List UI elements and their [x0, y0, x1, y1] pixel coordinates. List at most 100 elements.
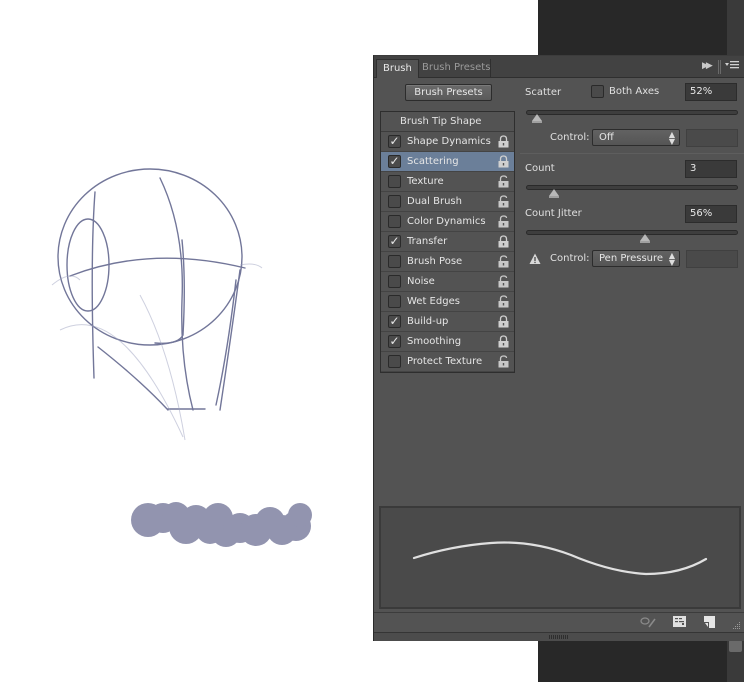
brush-option-transfer[interactable]: ✓ Transfer [381, 232, 514, 252]
lock-icon[interactable] [498, 335, 509, 348]
option-checkbox[interactable]: ✓ [388, 335, 401, 348]
option-label: Transfer [407, 236, 448, 247]
option-checkbox[interactable] [388, 255, 401, 268]
panel-resize-bar[interactable] [374, 632, 744, 641]
sketch-jaw [97, 346, 169, 411]
scatter-slider[interactable] [526, 110, 738, 115]
lock-icon[interactable] [498, 135, 509, 148]
option-label: Dual Brush [407, 196, 462, 207]
brush-option-wet-edges[interactable]: Wet Edges [381, 292, 514, 312]
scatter-value-field[interactable]: 52% [685, 83, 737, 101]
workspace-scrollbar-thumb[interactable] [729, 640, 742, 652]
eye-brush-icon[interactable] [640, 616, 658, 631]
option-label: Brush Pose [407, 256, 463, 267]
count-jitter-value-field[interactable]: 56% [685, 205, 737, 223]
control-1-dropdown[interactable]: Off ▲ ▼ [592, 129, 680, 146]
option-checkbox[interactable] [388, 175, 401, 188]
unlock-icon[interactable] [498, 195, 509, 208]
control-2-dropdown[interactable]: Pen Pressure ▲ ▼ [592, 250, 680, 267]
preview-stroke [412, 541, 708, 576]
count-jitter-slider-thumb[interactable] [639, 234, 650, 243]
double-arrow-right-icon[interactable]: ▶▶ [702, 61, 713, 71]
unlock-icon[interactable] [498, 215, 509, 228]
sketch-cranium [57, 168, 243, 346]
unlock-icon[interactable] [498, 295, 509, 308]
tab-bar-divider [720, 60, 721, 74]
brush-option-brush-pose[interactable]: Brush Pose [381, 252, 514, 272]
option-label: Wet Edges [407, 296, 460, 307]
section-divider [520, 153, 744, 154]
panel-tab-bar: Brush Brush Presets ▶▶ [374, 56, 744, 78]
tab-divider [490, 59, 491, 78]
option-label: Color Dynamics [407, 216, 486, 227]
control-1-value: Off [599, 132, 614, 143]
brush-option-protect-texture[interactable]: Protect Texture [381, 352, 514, 372]
brush-option-color-dynamics[interactable]: Color Dynamics [381, 212, 514, 232]
brush-tip-shape-item[interactable]: Brush Tip Shape [381, 112, 514, 132]
unlock-icon[interactable] [498, 355, 509, 368]
brush-panel: Brush Brush Presets ▶▶ Brush Presets Bru… [373, 55, 744, 641]
sketch-center-line [159, 177, 194, 411]
count-value-field[interactable]: 3 [685, 160, 737, 178]
option-checkbox[interactable] [388, 295, 401, 308]
count-label: Count [525, 163, 555, 174]
control-1-label: Control: [550, 132, 590, 143]
updown-arrows-icon: ▲ ▼ [668, 130, 675, 146]
both-axes-label: Both Axes [609, 86, 660, 97]
sketch-brow-line [69, 257, 246, 277]
lock-icon[interactable] [498, 155, 509, 168]
panel-bottom-bar [374, 612, 744, 632]
option-checkbox[interactable] [388, 355, 401, 368]
brush-stroke-sample [131, 502, 312, 547]
brush-option-dual-brush[interactable]: Dual Brush [381, 192, 514, 212]
option-checkbox[interactable]: ✓ [388, 155, 401, 168]
option-label: Scattering [407, 156, 459, 167]
option-label: Texture [407, 176, 444, 187]
tab-brush-presets[interactable]: Brush Presets [416, 59, 496, 78]
brush-presets-button[interactable]: Brush Presets [405, 84, 492, 101]
control-2-label: Control: [550, 253, 590, 264]
brush-option-scattering[interactable]: ✓ Scattering [381, 152, 514, 172]
brush-option-texture[interactable]: Texture [381, 172, 514, 192]
option-checkbox[interactable] [388, 275, 401, 288]
scatter-label: Scatter [525, 87, 562, 98]
option-checkbox[interactable] [388, 215, 401, 228]
control-2-value: Pen Pressure [599, 253, 664, 264]
sketch-left-oval [66, 218, 110, 312]
sketch-center-line-2 [154, 239, 185, 345]
unlock-icon[interactable] [498, 175, 509, 188]
brush-option-shape-dynamics[interactable]: ✓ Shape Dynamics [381, 132, 514, 152]
unlock-icon[interactable] [498, 255, 509, 268]
lock-icon[interactable] [498, 235, 509, 248]
brush-option-build-up[interactable]: ✓ Build-up [381, 312, 514, 332]
brush-option-noise[interactable]: Noise [381, 272, 514, 292]
brush-options-list: Brush Tip Shape ✓ Shape Dynamics ✓ Scatteri… [380, 111, 515, 373]
brush-option-smoothing[interactable]: ✓ Smoothing [381, 332, 514, 352]
control-1-jitter-field [686, 129, 738, 147]
option-label: Smoothing [407, 336, 462, 347]
lock-icon[interactable] [498, 315, 509, 328]
option-label: Protect Texture [407, 356, 483, 367]
option-checkbox[interactable]: ✓ [388, 315, 401, 328]
new-preset-icon[interactable] [704, 616, 715, 631]
panel-menu-icon[interactable] [725, 60, 739, 73]
control-2-jitter-field [686, 250, 738, 268]
option-label: Noise [407, 276, 435, 287]
brush-grid-icon[interactable] [673, 616, 686, 630]
option-label: Build-up [407, 316, 449, 327]
option-checkbox[interactable]: ✓ [388, 135, 401, 148]
sketch-jaw-back [219, 269, 241, 411]
resize-grip-icon[interactable] [549, 635, 569, 639]
unlock-icon[interactable] [498, 275, 509, 288]
option-label: Shape Dynamics [407, 136, 491, 147]
warning-icon [529, 253, 541, 268]
scatter-slider-thumb[interactable] [531, 114, 542, 123]
sketch-jaw-back-2 [215, 279, 237, 406]
updown-arrows-icon: ▲ ▼ [668, 251, 675, 267]
both-axes-checkbox[interactable] [591, 85, 604, 98]
count-jitter-slider[interactable] [526, 230, 738, 235]
option-checkbox[interactable]: ✓ [388, 235, 401, 248]
option-checkbox[interactable] [388, 195, 401, 208]
tab-brush[interactable]: Brush [376, 59, 419, 78]
count-slider-thumb[interactable] [548, 189, 559, 198]
